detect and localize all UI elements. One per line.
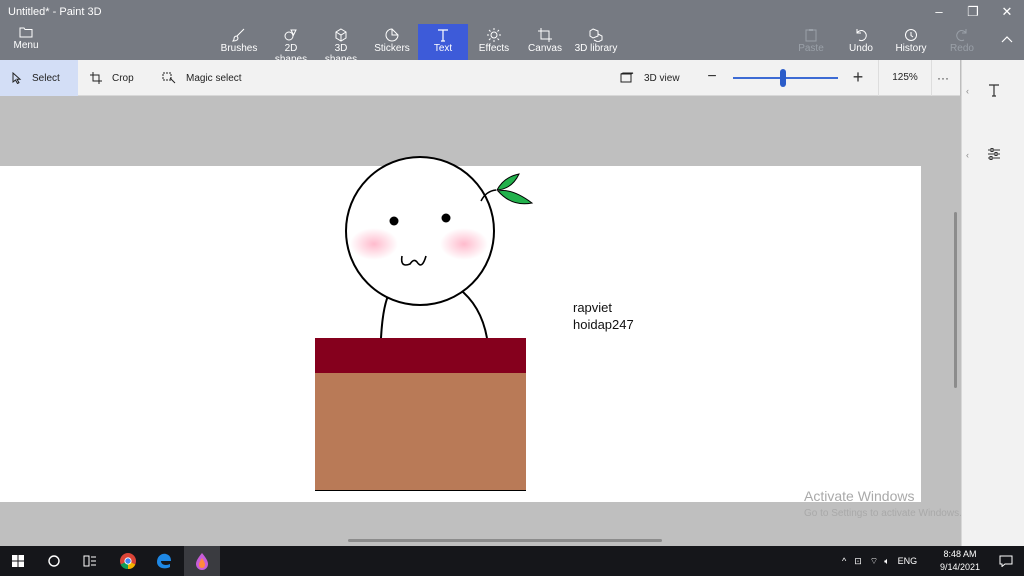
start-button[interactable] [0, 546, 36, 576]
box-body [315, 373, 526, 491]
edge-icon [157, 553, 171, 569]
chrome-icon [120, 553, 136, 570]
sprout-leaf-2 [497, 190, 534, 205]
clock-date: 9/14/2021 [939, 562, 981, 572]
box-top [315, 338, 526, 373]
wifi-icon[interactable]: ⌔ [870, 556, 878, 567]
paint3d-taskbar-button[interactable] [184, 546, 220, 576]
sprout-leaf-1 [496, 173, 520, 191]
search-circle-icon [48, 555, 60, 567]
taskbar: ^ ⊡ ⌔ 🔈︎ ENG 8:48 AM 9/14/2021 [0, 546, 1024, 576]
canvas-text-line: rapviet [573, 300, 613, 315]
notifications-button[interactable] [988, 546, 1024, 576]
language-indicator[interactable]: ENG [898, 556, 918, 566]
notification-icon [999, 555, 1013, 567]
eye-right [441, 213, 451, 223]
windows-logo-icon [12, 555, 24, 567]
watermark-subtitle: Go to Settings to activate Windows. [804, 508, 962, 519]
blush-right [440, 228, 488, 260]
network-icon[interactable]: ⊡ [854, 556, 862, 567]
taskbar-clock[interactable]: 8:48 AM 9/14/2021 [930, 548, 990, 574]
edge-taskbar-button[interactable] [146, 546, 182, 576]
watermark-title: Activate Windows [804, 488, 915, 504]
activation-watermark: Activate Windows Go to Settings to activ… [804, 488, 962, 519]
eye-left [389, 216, 399, 226]
canvas-text-line: hoidap247 [573, 317, 634, 332]
chevron-up-icon[interactable]: ^ [842, 556, 846, 566]
chrome-taskbar-button[interactable] [110, 546, 146, 576]
task-view-button[interactable] [72, 546, 108, 576]
search-button[interactable] [36, 546, 72, 576]
vertical-scrollbar[interactable] [954, 212, 957, 388]
horizontal-scrollbar[interactable] [348, 539, 662, 542]
volume-icon[interactable]: 🔈︎ [884, 556, 889, 567]
system-tray: ^ ⊡ ⌔ 🔈︎ ENG [842, 546, 917, 576]
clock-time: 8:48 AM [943, 549, 977, 559]
canvas-text-box[interactable]: rapviet hoidap247 [573, 299, 634, 333]
task-view-icon [83, 555, 96, 567]
paint3d-icon [196, 553, 208, 570]
blush-left [350, 228, 398, 260]
